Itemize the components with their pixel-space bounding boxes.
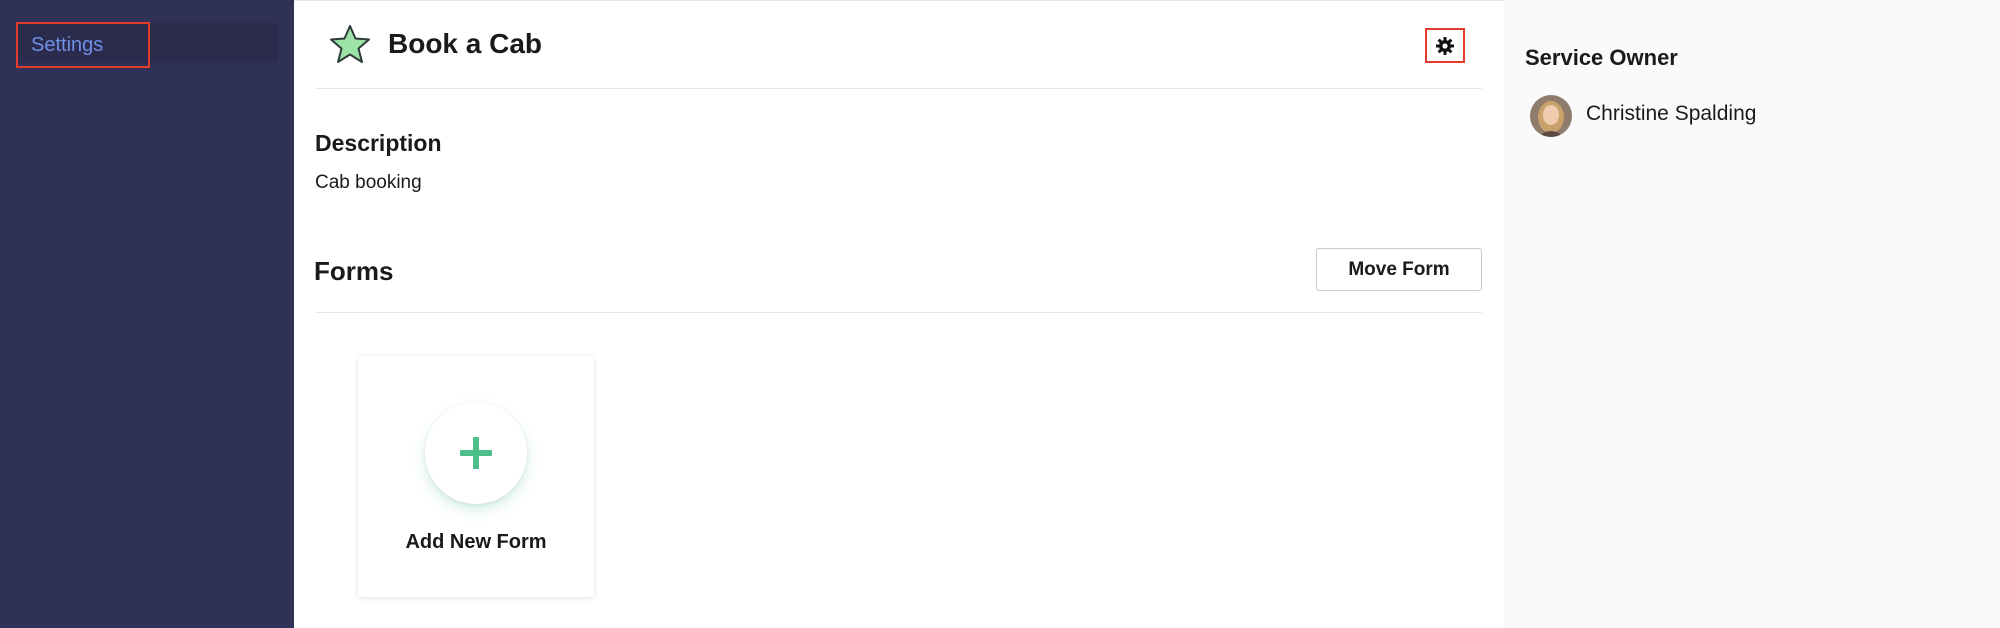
owner-panel: Service Owner Christine Spalding [1504, 0, 2000, 628]
star-icon[interactable] [329, 24, 371, 64]
sidebar-item-label: Settings [31, 33, 104, 56]
app: Settings Book a Cab Description Cab book… [0, 0, 2000, 628]
add-form-circle[interactable] [425, 402, 527, 504]
description-heading: Description [315, 130, 442, 156]
gear-icon [1436, 36, 1454, 55]
sidebar: Settings [0, 0, 294, 628]
add-new-form-card[interactable]: Add New Form [358, 356, 594, 597]
forms-heading: Forms [314, 256, 394, 286]
service-header: Book a Cab [315, 0, 1482, 89]
owner-name: Christine Spalding [1586, 102, 1757, 125]
owner-heading: Service Owner [1525, 45, 1678, 70]
forms-divider [315, 312, 1482, 313]
settings-button[interactable] [1425, 28, 1465, 63]
add-form-label: Add New Form [405, 531, 547, 553]
description-text: Cab booking [315, 172, 422, 193]
avatar [1530, 95, 1572, 137]
move-form-button[interactable]: Move Form [1316, 248, 1482, 291]
sidebar-item-settings[interactable]: Settings [16, 22, 150, 68]
page-title: Book a Cab [388, 28, 543, 59]
sidebar-row: Settings [16, 22, 279, 68]
plus-icon [460, 437, 492, 469]
